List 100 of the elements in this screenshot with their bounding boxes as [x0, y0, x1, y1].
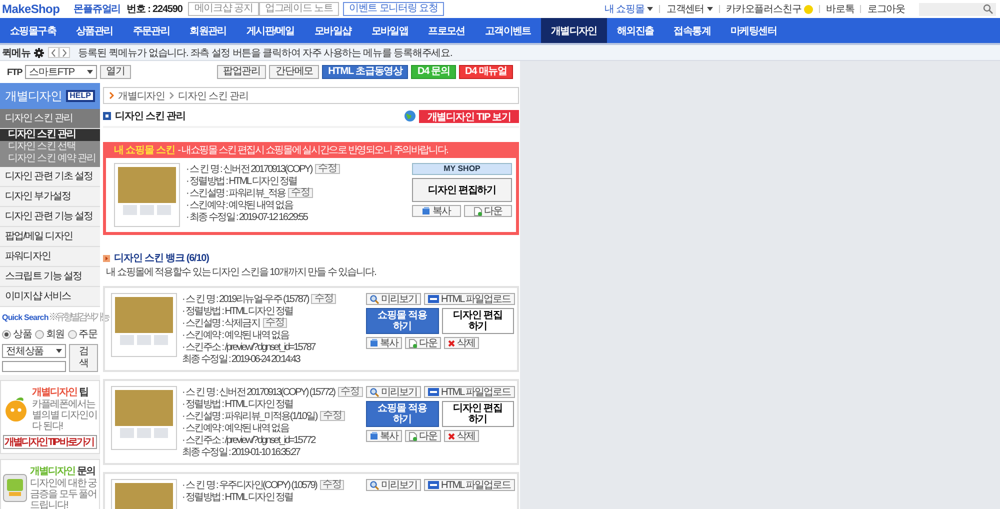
- promo-button[interactable]: 개별디자인 TIP 바로가기: [3, 435, 97, 449]
- nav-tab[interactable]: 해외진출: [606, 18, 664, 43]
- chevron-right-icon: [109, 92, 114, 99]
- upload-button[interactable]: HTML 파일업로드: [424, 293, 515, 305]
- copy-button[interactable]: 복사: [366, 430, 402, 442]
- shop-number: 번호 : 224590: [126, 3, 182, 16]
- skin-info-text: · 최종 수정일 : 2019-07-12 16:29:55: [186, 211, 308, 224]
- download-button[interactable]: 다운: [405, 337, 441, 349]
- help-button[interactable]: HELP: [66, 90, 95, 102]
- copy-button[interactable]: 복사: [412, 205, 460, 217]
- edit-button[interactable]: 수정: [288, 188, 314, 198]
- header-link[interactable]: 내 쇼핑몰: [604, 2, 654, 16]
- page-title: 디자인 스킨 관리: [115, 110, 186, 123]
- photo-placeholder: [118, 167, 176, 203]
- nav-tab[interactable]: 프로모션: [418, 18, 475, 43]
- nav-tab[interactable]: 접속통계: [664, 18, 721, 43]
- toolbar-button[interactable]: 팝업관리: [216, 65, 266, 79]
- nav-tab[interactable]: 회원관리: [180, 18, 236, 43]
- sidebar-item[interactable]: 디자인 스킨 관리: [0, 129, 100, 141]
- download-button[interactable]: 다운: [405, 430, 441, 442]
- toolbar-button[interactable]: 간단메모: [269, 65, 320, 79]
- delete-button[interactable]: 삭제: [444, 430, 479, 442]
- nav-tab[interactable]: 고객이벤트: [474, 18, 541, 43]
- edit-button[interactable]: 수정: [314, 164, 340, 174]
- settings-icon: [34, 48, 44, 58]
- copy-icon: [422, 207, 430, 215]
- edit-button[interactable]: 수정: [338, 387, 363, 397]
- sidebar-title: 개별디자인: [5, 88, 62, 104]
- search-field[interactable]: [919, 2, 996, 16]
- nav-tab[interactable]: 주문관리: [122, 18, 180, 43]
- tip-button[interactable]: 개별디자인 TIP 보기: [419, 110, 519, 122]
- header-button[interactable]: 메이크샵 공지: [188, 2, 259, 16]
- header-link[interactable]: 로그아웃: [867, 2, 905, 16]
- dropdown-caret-icon: [87, 70, 94, 74]
- kakao-icon: [804, 4, 814, 14]
- radio-button[interactable]: [2, 330, 11, 338]
- radio-label[interactable]: 주문: [78, 327, 98, 341]
- my-skin-label: 내 쇼핑몰 스킨: [114, 144, 175, 157]
- apply-button[interactable]: 쇼핑몰 적용하기: [366, 401, 438, 427]
- image-placeholder: [120, 428, 134, 438]
- open-button[interactable]: 열기: [100, 65, 132, 79]
- quick-search-title: Quick Search: [2, 313, 48, 322]
- edit-button[interactable]: 수정: [311, 294, 336, 304]
- copy-button[interactable]: 복사: [366, 337, 402, 349]
- upload-button[interactable]: HTML 파일업로드: [424, 386, 515, 398]
- header-button[interactable]: 업그레이드 노트: [258, 2, 339, 16]
- file-icon: [428, 481, 439, 489]
- skin-info-text: · 스킨설명 : 파워리뷰_적용: [186, 187, 286, 200]
- skin-info-text: · 스킨주소 : /preview/?dgnset_id=15772: [182, 434, 315, 447]
- toolbar-button[interactable]: HTML 초급동영상: [322, 65, 408, 79]
- breadcrumb-link[interactable]: 디자인 스킨 관리: [178, 88, 248, 102]
- next-button[interactable]: [59, 47, 70, 58]
- preview-button[interactable]: 미리보기: [366, 479, 421, 491]
- nav-tab[interactable]: 게시판/메일: [236, 18, 304, 43]
- delete-button[interactable]: 삭제: [444, 337, 479, 349]
- copy-icon: [370, 432, 378, 440]
- ftp-select[interactable]: 스마트FTP: [25, 65, 98, 79]
- search-button[interactable]: 검색: [69, 344, 98, 372]
- edit-button[interactable]: 수정: [262, 318, 288, 328]
- copy-icon: [370, 339, 378, 347]
- shop-name: 몬플쥬얼리: [74, 3, 121, 16]
- category-select[interactable]: 전체상품: [2, 344, 66, 358]
- skin-info-text: · 스 킨 명 : 신버전 20170913(COPY) (15772): [182, 386, 335, 399]
- edit-button[interactable]: 수정: [320, 411, 345, 421]
- radio-label[interactable]: 상품: [13, 327, 32, 341]
- makeshop-logo[interactable]: MakeShop: [2, 2, 60, 16]
- image-placeholder: [157, 205, 171, 215]
- nav-tab[interactable]: 마케팅센터: [720, 18, 787, 43]
- header-link[interactable]: 고객센터: [666, 2, 713, 16]
- breadcrumb-link[interactable]: 개별디자인: [118, 88, 166, 102]
- upload-button[interactable]: HTML 파일업로드: [424, 479, 515, 491]
- image-placeholder: [137, 428, 151, 438]
- apply-button[interactable]: 쇼핑몰 적용하기: [366, 308, 438, 334]
- header-button[interactable]: 이벤트 모니터링 요청: [342, 2, 444, 16]
- nav-tab[interactable]: 개별디자인: [540, 18, 607, 43]
- radio-label[interactable]: 회원: [46, 327, 65, 341]
- nav-tab[interactable]: 모바일샵: [304, 18, 362, 43]
- nav-tab[interactable]: 모바일앱: [361, 18, 418, 43]
- design-edit-button[interactable]: 디자인 편집하기: [412, 178, 512, 202]
- header-link[interactable]: 카카오플러스친구: [726, 2, 814, 16]
- skin-info-text: · 스킨예약 : 예약된 내역 없음: [182, 422, 289, 435]
- nav-tab[interactable]: 쇼핑몰구축: [0, 18, 66, 43]
- toolbar-button[interactable]: D4 매뉴얼: [459, 65, 513, 79]
- previous-button[interactable]: [48, 47, 60, 58]
- skin-info-text: 최종 수정일 : 2019-01-10 16:35:27: [182, 446, 300, 459]
- search-input[interactable]: [2, 361, 66, 372]
- preview-button[interactable]: 미리보기: [366, 293, 421, 305]
- edit-button[interactable]: 수정: [320, 480, 344, 490]
- radio-button[interactable]: [68, 330, 77, 338]
- caret-icon: [706, 7, 713, 11]
- design-edit-button[interactable]: 디자인 편집하기: [442, 308, 514, 334]
- sidebar-section[interactable]: 디자인 스킨 관리: [0, 109, 100, 129]
- header-link[interactable]: 바로톡: [826, 2, 854, 16]
- ftp-label: FTP: [7, 67, 22, 77]
- nav-tab[interactable]: 상품관리: [66, 18, 123, 43]
- image-placeholder: [123, 205, 137, 215]
- download-button[interactable]: 다운: [464, 205, 512, 217]
- design-edit-button[interactable]: 디자인 편집하기: [442, 401, 514, 427]
- preview-button[interactable]: 미리보기: [366, 386, 421, 398]
- radio-button[interactable]: [34, 330, 44, 338]
